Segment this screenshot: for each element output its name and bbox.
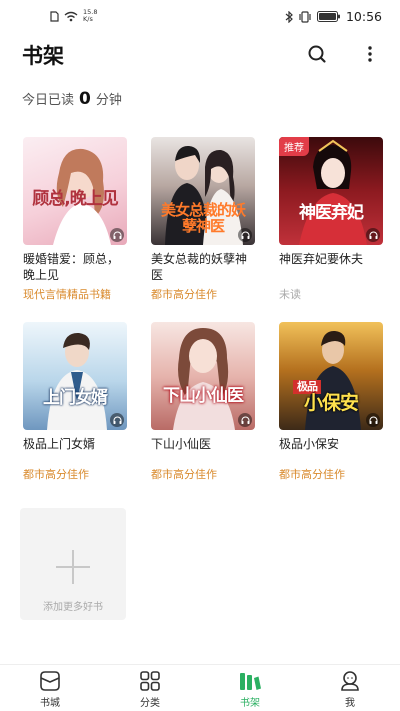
book-cover[interactable]: 上门女婿 <box>23 322 127 430</box>
search-button[interactable] <box>304 41 330 67</box>
add-more-label: 添加更多好书 <box>43 602 103 613</box>
headphones-icon <box>241 231 249 239</box>
vibrate-icon <box>299 10 311 23</box>
book-title[interactable]: 神医弃妃要休夫 <box>279 251 383 283</box>
headphones-icon <box>369 231 377 239</box>
book-tag: 都市高分佳作 <box>18 468 89 481</box>
cover-title: 顾总,晚上见 <box>32 189 118 209</box>
book-cover[interactable]: 极品 小保安 <box>279 322 383 430</box>
book-card[interactable]: 推荐 神医弃妃 神医弃妃要休夫 未读 <box>279 137 383 302</box>
network-speed: 15.8 K/s <box>83 8 98 23</box>
listen-badge <box>238 228 252 242</box>
book-cover[interactable]: 推荐 神医弃妃 <box>279 137 383 245</box>
book-title[interactable]: 极品小保安 <box>279 436 383 452</box>
book-cover[interactable]: 顾总,晚上见 <box>23 137 127 245</box>
bluetooth-icon <box>285 10 293 23</box>
book-title[interactable]: 下山小仙医 <box>151 436 255 452</box>
listen-badge <box>366 413 380 427</box>
cover-title: 下山小仙医 <box>163 386 244 406</box>
book-cover[interactable]: 下山小仙医 <box>151 322 255 430</box>
headphones-icon <box>241 416 249 424</box>
headphones-icon <box>113 416 121 424</box>
listen-badge <box>110 228 124 242</box>
book-card[interactable]: 极品 小保安 极品小保安 都市高分佳作 <box>274 322 383 482</box>
cover-title: 上门女婿 <box>43 388 108 408</box>
sim-icon <box>50 10 59 22</box>
wifi-icon <box>64 11 78 21</box>
nav-label: 书城 <box>40 698 60 709</box>
headphones-icon <box>113 231 121 239</box>
book-tag: 都市高分佳作 <box>274 468 345 481</box>
status-bar: 15.8 K/s 10:56 <box>0 0 400 36</box>
headphones-icon <box>369 416 377 424</box>
listen-badge <box>238 413 252 427</box>
reading-minutes: 0 <box>79 89 91 109</box>
nav-bookstore[interactable]: 书城 <box>0 665 100 711</box>
nav-label: 书架 <box>240 698 260 709</box>
page-title: 书架 <box>22 44 64 68</box>
nav-bookshelf[interactable]: 书架 <box>200 665 300 711</box>
book-tag: 未读 <box>279 288 301 301</box>
battery-icon <box>316 11 340 22</box>
nav-profile[interactable]: 我 <box>300 665 400 711</box>
plus-icon <box>56 550 90 584</box>
search-icon <box>308 45 326 63</box>
cover-title: 神医弃妃 <box>299 203 364 223</box>
category-icon <box>140 671 160 691</box>
book-cover[interactable]: 美女总裁的妖孽神医 <box>151 137 255 245</box>
bookshelf-icon <box>240 673 261 690</box>
nav-category[interactable]: 分类 <box>100 665 200 711</box>
more-vertical-icon <box>368 46 372 62</box>
listen-badge <box>110 413 124 427</box>
profile-icon <box>341 671 359 691</box>
bottom-navigation: 书城 分类 书架 我 <box>0 664 400 711</box>
cover-title: 小保安 <box>303 392 359 414</box>
book-card[interactable]: 美女总裁的妖孽神医 美女总裁的妖孽神医 都市高分佳作 <box>146 137 255 302</box>
bookstore-icon <box>40 671 60 691</box>
book-card[interactable]: 下山小仙医 下山小仙医 都市高分佳作 <box>146 322 255 482</box>
book-tag: 现代言情精品书籍 <box>18 288 111 301</box>
today-reading-time: 今日已读 0 分钟 <box>22 89 122 109</box>
nav-label: 分类 <box>140 698 160 709</box>
book-tag: 都市高分佳作 <box>146 288 217 301</box>
book-tag: 都市高分佳作 <box>146 468 217 481</box>
book-title[interactable]: 暖婚错爱：顾总，晚上见 <box>23 251 127 283</box>
book-card[interactable]: 顾总,晚上见 暖婚错爱：顾总，晚上见 现代言情精品书籍 <box>18 137 127 302</box>
clock: 10:56 <box>345 9 382 24</box>
recommend-ribbon: 推荐 <box>279 137 309 156</box>
book-title[interactable]: 极品上门女婿 <box>23 436 127 452</box>
book-card[interactable]: 上门女婿 极品上门女婿 都市高分佳作 <box>18 322 127 482</box>
more-options-button[interactable] <box>357 41 383 67</box>
book-title[interactable]: 美女总裁的妖孽神医 <box>151 251 255 283</box>
listen-badge <box>366 228 380 242</box>
add-more-books-button[interactable]: 添加更多好书 <box>20 508 126 620</box>
nav-label: 我 <box>345 698 355 709</box>
